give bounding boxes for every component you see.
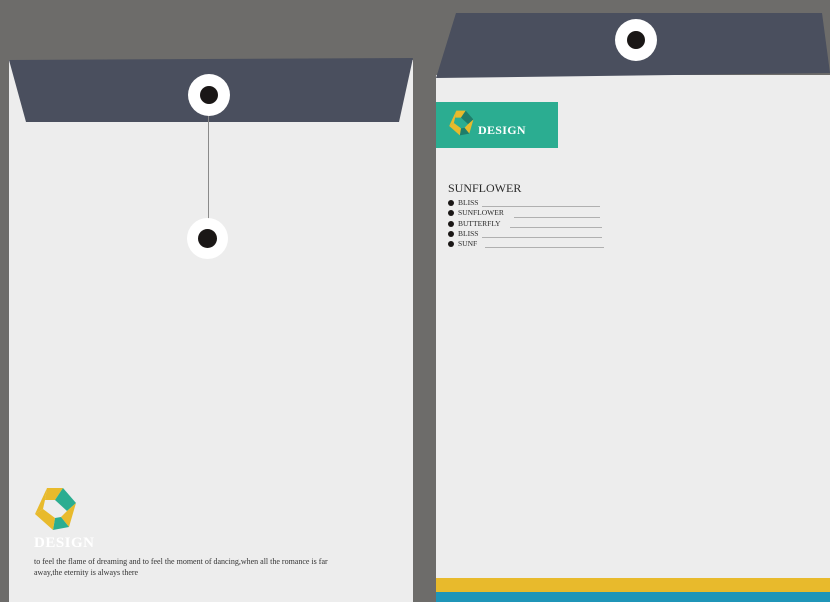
fill-line: [510, 226, 602, 228]
right-grommet-icon: [615, 19, 657, 61]
list-item-label: BUTTERFLY: [458, 218, 501, 228]
bullet-icon: [448, 220, 454, 227]
left-tagline: to feel the flame of dreaming and to fee…: [34, 557, 328, 577]
bullet-icon: [448, 230, 454, 237]
list-item-label: BLISS: [458, 198, 479, 207]
yellow-stripe: [436, 578, 830, 592]
logo-mark-icon: [33, 487, 77, 536]
list-item-label: SUNF: [458, 239, 478, 249]
blue-stripe: [436, 592, 830, 602]
logo-mark-icon: [448, 110, 474, 141]
list-title: SUNFLOWER: [448, 181, 522, 195]
bottom-grommet-icon: [187, 218, 228, 259]
list-item: SUNF: [448, 239, 608, 249]
closure-string: [208, 95, 209, 238]
list-item-label: BLISS: [458, 228, 479, 238]
list-item: BLISS: [448, 229, 608, 239]
bullet-icon: [448, 200, 454, 206]
fill-line: [482, 237, 602, 239]
bullet-icon: [448, 210, 454, 217]
fill-line: [514, 216, 600, 218]
fill-line: [482, 206, 600, 208]
list-item-label: SUNFLOWER: [458, 208, 504, 218]
bullet-icon: [448, 241, 454, 248]
left-brand-text: DESIGN: [34, 535, 95, 551]
top-grommet-icon: [188, 74, 230, 116]
right-brand-box: DESIGN: [436, 102, 558, 148]
list-item: SUNFLOWER: [448, 208, 608, 218]
info-list: BLISS SUNFLOWER BUTTERFLY BLISS SUNF: [448, 198, 608, 249]
list-item: BLISS: [448, 198, 608, 208]
fill-line: [485, 247, 604, 249]
list-item: BUTTERFLY: [448, 219, 608, 229]
right-brand-text: DESIGN: [478, 123, 526, 137]
right-envelope: [436, 75, 830, 602]
